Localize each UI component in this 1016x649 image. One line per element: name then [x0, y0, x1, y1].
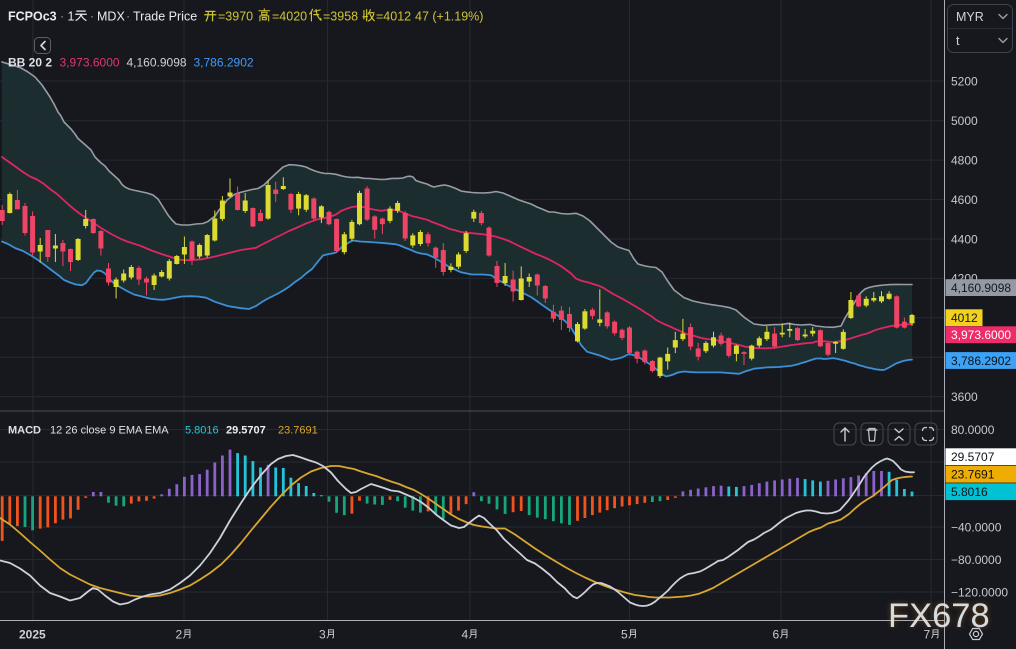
svg-text:5: 5	[621, 628, 628, 642]
svg-text:4012: 4012	[951, 311, 978, 325]
svg-text:·: ·	[126, 10, 130, 24]
svg-text:4,160.9098: 4,160.9098	[127, 56, 187, 70]
svg-text:47 (+1.19%): 47 (+1.19%)	[415, 10, 483, 24]
svg-text:MDX: MDX	[97, 10, 125, 24]
svg-text:−80.0000: −80.0000	[951, 553, 1002, 567]
svg-text:23.7691: 23.7691	[951, 468, 995, 482]
svg-text:12 26 close 9 EMA EMA: 12 26 close 9 EMA EMA	[50, 425, 169, 437]
svg-text:−40.0000: −40.0000	[951, 520, 1002, 534]
svg-text:3,786.2902: 3,786.2902	[194, 56, 254, 70]
svg-text:4800: 4800	[951, 153, 978, 167]
svg-text:5000: 5000	[951, 114, 978, 128]
svg-text:MYR: MYR	[956, 10, 984, 24]
svg-text:·: ·	[90, 10, 94, 24]
svg-text:2: 2	[176, 628, 183, 642]
svg-text:3,786.2902: 3,786.2902	[951, 354, 1011, 368]
svg-text:3,973.6000: 3,973.6000	[60, 56, 120, 70]
svg-text:5200: 5200	[951, 74, 978, 88]
svg-text:80.0000: 80.0000	[951, 423, 995, 437]
svg-text:23.7691: 23.7691	[278, 425, 318, 437]
svg-text:29.5707: 29.5707	[951, 450, 995, 464]
svg-text:2025: 2025	[19, 628, 46, 642]
svg-text:4,160.9098: 4,160.9098	[951, 281, 1011, 295]
svg-text:FX678: FX678	[888, 597, 990, 635]
svg-text:5.8016: 5.8016	[951, 485, 988, 499]
svg-text:5.8016: 5.8016	[185, 425, 219, 437]
svg-text:4600: 4600	[951, 193, 978, 207]
svg-text:6: 6	[773, 628, 780, 642]
svg-text:=3970: =3970	[218, 10, 253, 24]
svg-text:t: t	[956, 34, 960, 48]
svg-text:FCPOc3: FCPOc3	[8, 10, 57, 24]
svg-text:=3958: =3958	[323, 10, 358, 24]
svg-text:·: ·	[60, 10, 64, 24]
svg-text:29.5707: 29.5707	[226, 425, 266, 437]
svg-text:4: 4	[462, 628, 469, 642]
svg-text:3600: 3600	[951, 390, 978, 404]
svg-text:MACD: MACD	[8, 425, 41, 437]
svg-text:1: 1	[68, 10, 75, 24]
svg-text:3,973.6000: 3,973.6000	[951, 328, 1011, 342]
svg-text:=4012: =4012	[376, 10, 411, 24]
svg-text:3: 3	[319, 628, 326, 642]
svg-text:Trade Price: Trade Price	[133, 10, 197, 24]
svg-text:4400: 4400	[951, 232, 978, 246]
svg-text:BB 20 2: BB 20 2	[8, 56, 52, 70]
svg-text:=4020: =4020	[272, 10, 307, 24]
